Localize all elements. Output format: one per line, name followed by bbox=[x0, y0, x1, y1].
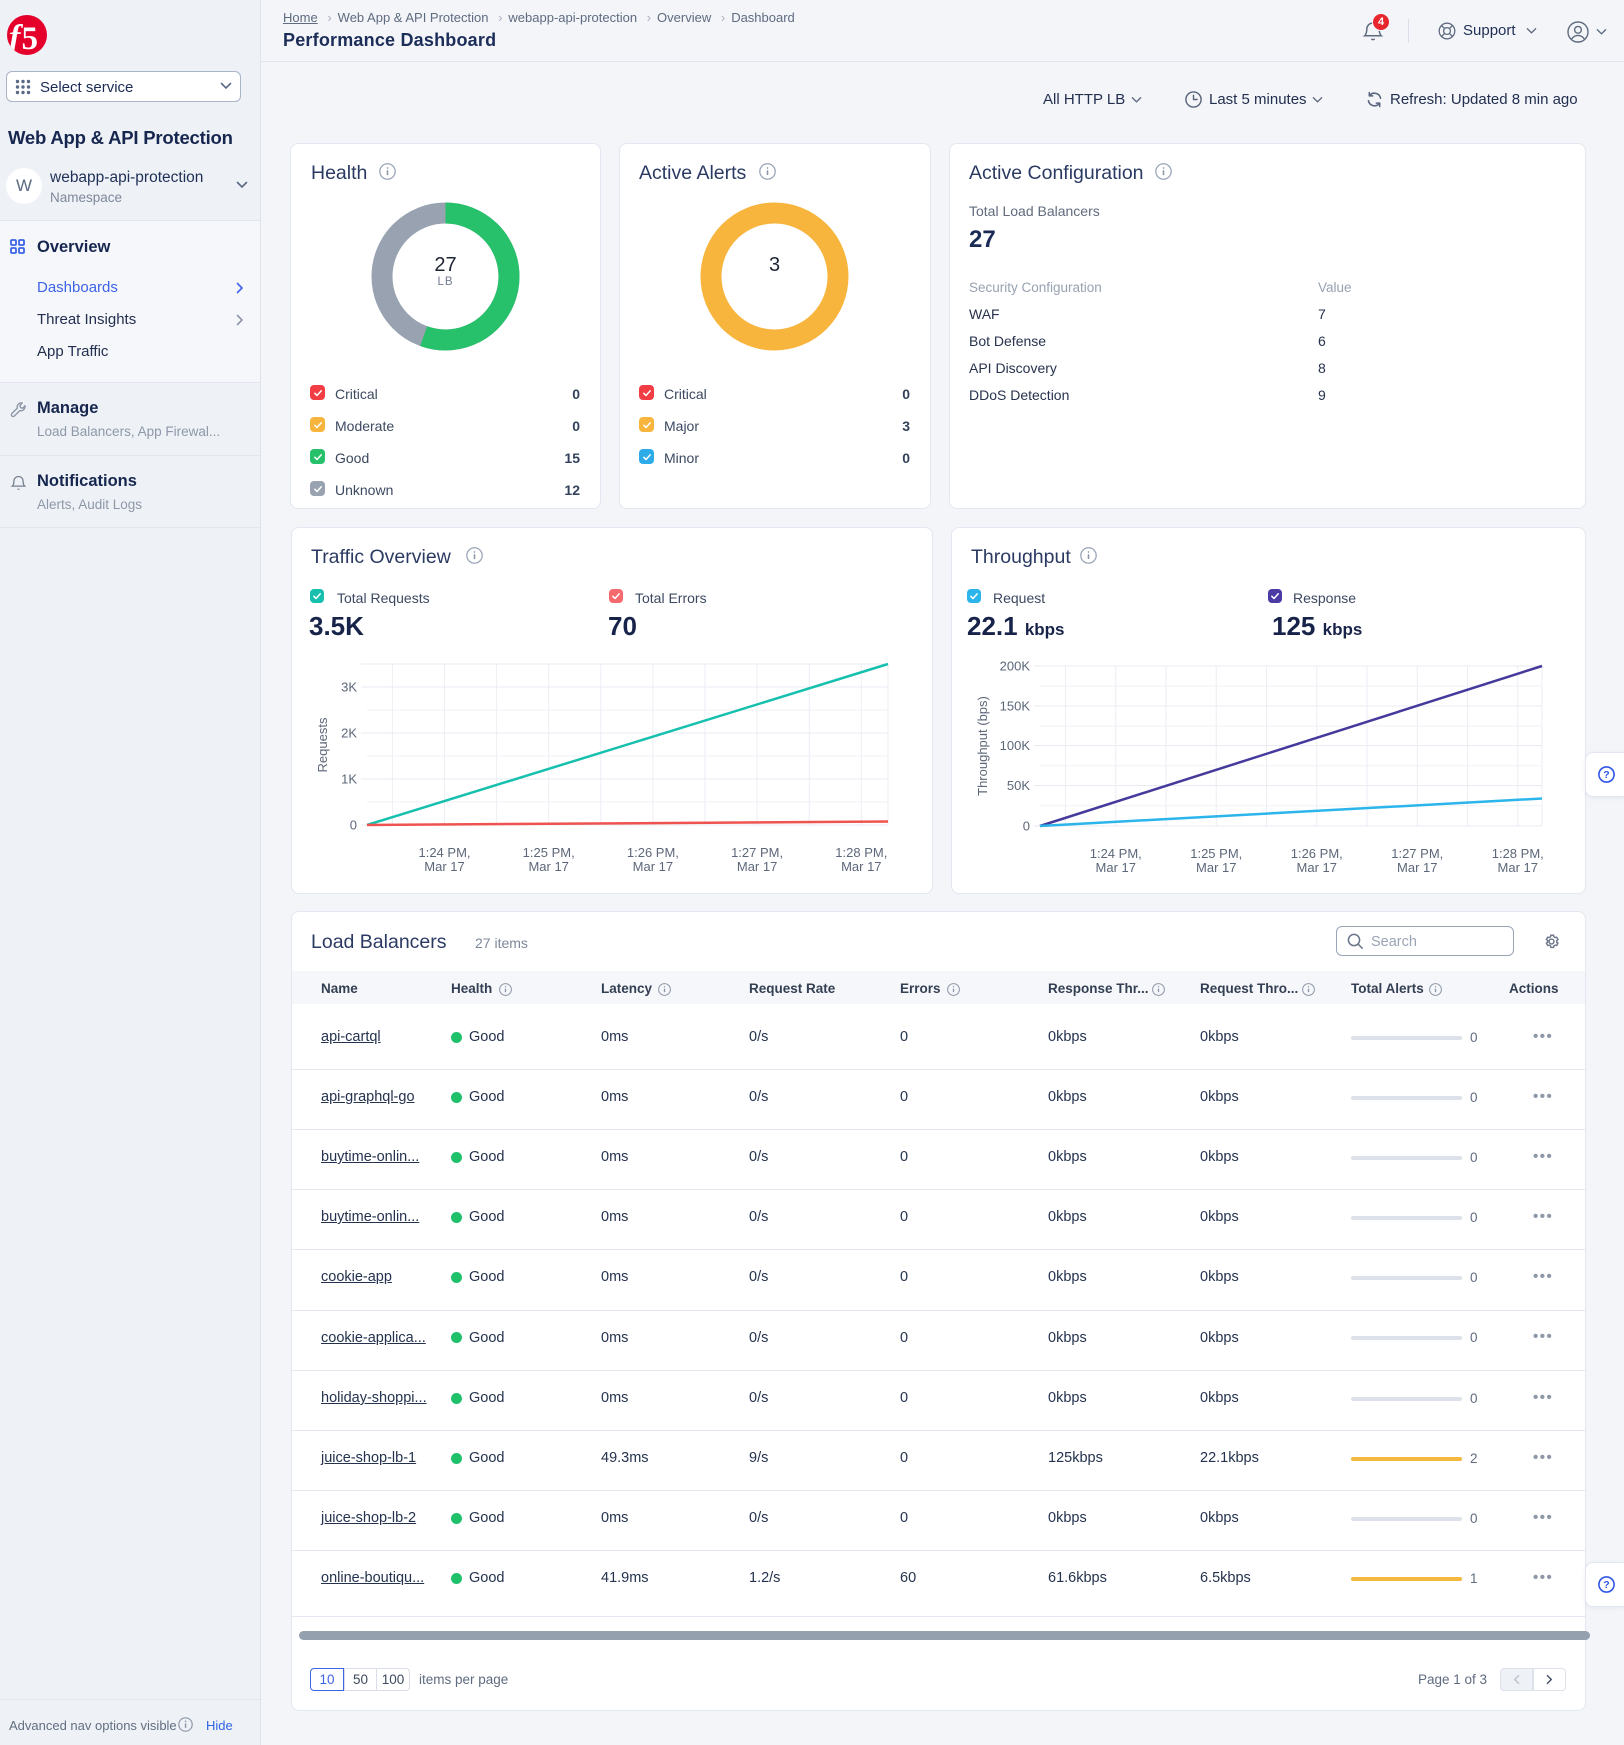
svg-text:?: ? bbox=[1603, 1579, 1609, 1591]
svg-text:0: 0 bbox=[1023, 819, 1030, 834]
svg-text:Requests: Requests bbox=[315, 717, 330, 772]
svg-text:1:26 PM,: 1:26 PM, bbox=[1291, 846, 1343, 861]
svg-text:1:24 PM,: 1:24 PM, bbox=[418, 845, 470, 860]
svg-text:Mar 17: Mar 17 bbox=[841, 859, 881, 874]
svg-text:3K: 3K bbox=[341, 680, 357, 695]
svg-text:Mar 17: Mar 17 bbox=[1498, 860, 1538, 875]
svg-text:200K: 200K bbox=[1000, 659, 1031, 674]
svg-text:?: ? bbox=[1603, 769, 1609, 781]
svg-text:1K: 1K bbox=[341, 772, 357, 787]
svg-text:1:25 PM,: 1:25 PM, bbox=[523, 845, 575, 860]
svg-text:1:27 PM,: 1:27 PM, bbox=[1391, 846, 1443, 861]
svg-text:2K: 2K bbox=[341, 726, 357, 741]
svg-text:Mar 17: Mar 17 bbox=[1096, 860, 1136, 875]
svg-text:Mar 17: Mar 17 bbox=[1397, 860, 1437, 875]
svg-text:Mar 17: Mar 17 bbox=[528, 859, 568, 874]
svg-text:100K: 100K bbox=[1000, 738, 1031, 753]
svg-text:1:25 PM,: 1:25 PM, bbox=[1190, 846, 1242, 861]
svg-text:5: 5 bbox=[22, 21, 39, 56]
svg-text:Throughput (bps): Throughput (bps) bbox=[975, 696, 990, 796]
svg-text:Mar 17: Mar 17 bbox=[737, 859, 777, 874]
svg-text:1:24 PM,: 1:24 PM, bbox=[1090, 846, 1142, 861]
svg-text:0: 0 bbox=[350, 818, 357, 833]
svg-text:1:28 PM,: 1:28 PM, bbox=[835, 845, 887, 860]
svg-text:1:26 PM,: 1:26 PM, bbox=[627, 845, 679, 860]
svg-text:150K: 150K bbox=[1000, 699, 1031, 714]
svg-text:1:28 PM,: 1:28 PM, bbox=[1492, 846, 1544, 861]
svg-text:Mar 17: Mar 17 bbox=[633, 859, 673, 874]
svg-text:50K: 50K bbox=[1007, 778, 1030, 793]
svg-text:Mar 17: Mar 17 bbox=[424, 859, 464, 874]
svg-text:Mar 17: Mar 17 bbox=[1196, 860, 1236, 875]
svg-text:1:27 PM,: 1:27 PM, bbox=[731, 845, 783, 860]
svg-text:Mar 17: Mar 17 bbox=[1297, 860, 1337, 875]
